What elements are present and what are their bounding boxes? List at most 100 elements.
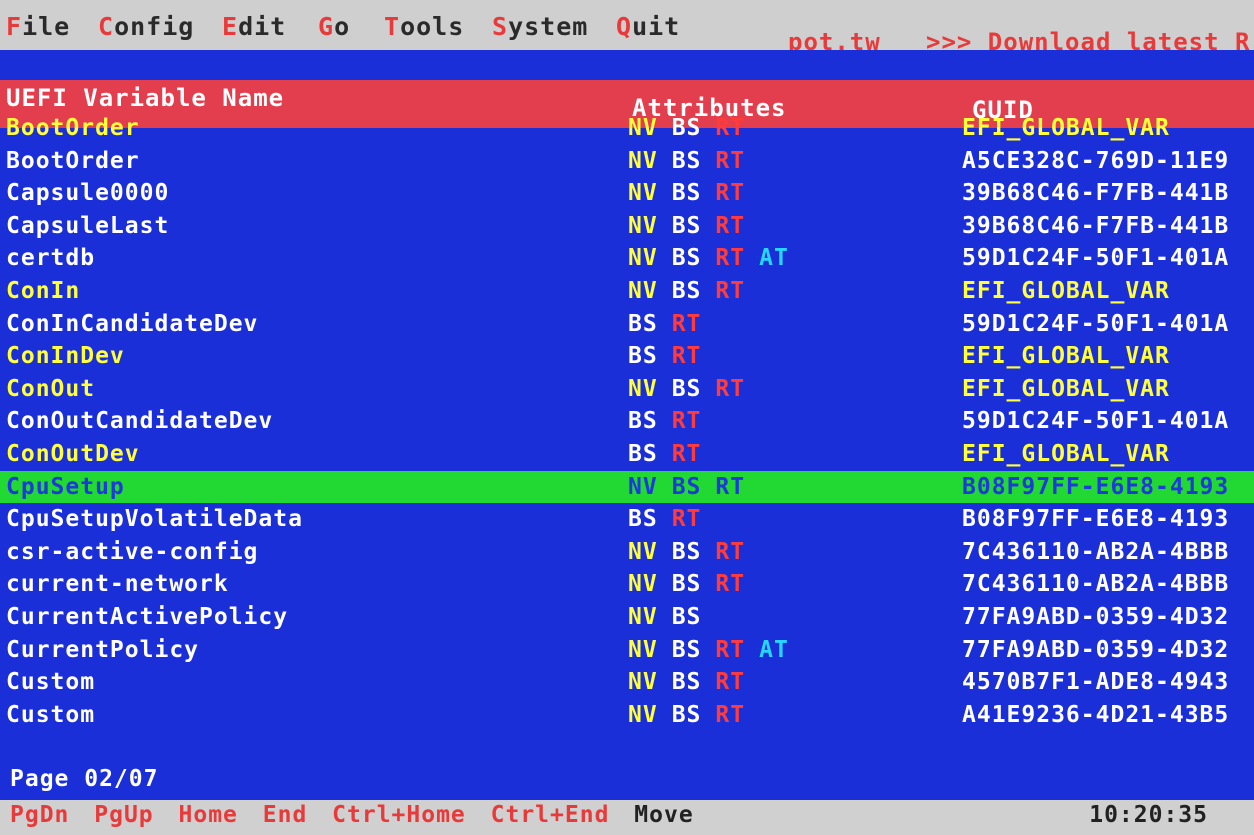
menu-hotkey: C [98,12,115,41]
menu-hotkey: Q [616,12,633,41]
attribute-nv: NV [628,669,658,695]
attributes-cell: NV BS RT AT [628,634,803,666]
attributes-cell: NV BS RT [628,699,759,731]
attribute-nv: NV [628,571,658,597]
attributes-cell: NV BS RT [628,536,759,568]
attributes-cell: NV BS RT [628,373,759,405]
attribute-rt: RT [715,702,746,728]
attribute-rt: RT [715,539,746,565]
menu-file[interactable]: File [6,12,70,41]
attributes-cell: NV BS RT [628,471,759,503]
attribute-bs: BS [628,408,658,434]
table-row[interactable]: ConInDev BS RT EFI_GLOBAL_VAR [0,340,1254,372]
key-hints: PgDn PgUp Home End Ctrl+Home Ctrl+End Mo… [10,802,694,828]
table-row[interactable]: BootOrder NV BS RT EFI_GLOBAL_VAR [0,112,1254,144]
attribute-rt: RT [671,506,702,532]
key-home[interactable]: Home [179,802,238,828]
attribute-bs: BS [671,604,702,630]
attribute-nv: NV [628,702,658,728]
attribute-bs: BS [671,669,702,695]
key-pgdn[interactable]: PgDn [10,802,69,828]
table-row[interactable]: ConInCandidateDev BS RT 59D1C24F-50F1-401A [0,308,1254,340]
variable-name: Custom [6,669,96,695]
guid-cell: 59D1C24F-50F1-401A [962,408,1230,434]
menu-label: dit [238,12,287,41]
clock: 10:20:35 [1089,802,1208,828]
key-end[interactable]: End [263,802,308,828]
variable-name: ConOutCandidateDev [6,408,274,434]
table-row[interactable]: CpuSetup NV BS RT B08F97FF-E6E8-4193 [0,471,1254,503]
menu-label: o [334,12,351,41]
guid-cell: 77FA9ABD-0359-4D32 [962,637,1230,663]
attribute-at: AT [759,637,789,663]
attributes-cell: BS RT [628,340,715,372]
attribute-bs: BS [628,343,658,369]
attributes-cell: NV BS RT [628,177,759,209]
menu-hotkey: G [318,12,335,41]
attribute-bs: BS [671,278,702,304]
attribute-nv: NV [628,637,658,663]
table-row[interactable]: BootOrder NV BS RT A5CE328C-769D-11E9 [0,145,1254,177]
menu-go[interactable]: Go [318,12,350,41]
table-row[interactable]: ConIn NV BS RT EFI_GLOBAL_VAR [0,275,1254,307]
download-link[interactable]: >>> Download latest R [926,28,1250,50]
table-row[interactable]: ConOutCandidateDev BS RT 59D1C24F-50F1-401A [0,405,1254,437]
attribute-rt: RT [671,311,702,337]
attributes-cell: BS RT [628,405,715,437]
attribute-rt: RT [715,376,746,402]
table-row[interactable]: Custom NV BS RT A41E9236-4D21-43B5 [0,699,1254,731]
attribute-rt: RT [715,245,746,271]
menu-label: uit [632,12,681,41]
attribute-bs: BS [671,539,702,565]
menu-hotkey: F [6,12,23,41]
table-row[interactable]: CurrentPolicy NV BS RT AT 77FA9ABD-0359-4D32 [0,634,1254,666]
attributes-cell: NV BS RT [628,112,759,144]
guid-cell: 39B68C46-F7FB-441B [962,213,1230,239]
attribute-rt: RT [715,148,746,174]
attribute-bs: BS [671,245,702,271]
table-row[interactable]: csr-active-config NV BS RT 7C436110-AB2A-4BB… [0,536,1254,568]
attribute-nv: NV [628,213,658,239]
variable-name: CapsuleLast [6,213,170,239]
variable-name: ConIn [6,278,81,304]
table-row[interactable]: CapsuleLast NV BS RT 39B68C46-F7FB-441B [0,210,1254,242]
attribute-bs: BS [671,376,702,402]
table-row[interactable]: ConOutDev BS RT EFI_GLOBAL_VAR [0,438,1254,470]
menu-edit[interactable]: Edit [222,12,286,41]
menu-quit[interactable]: Quit [616,12,680,41]
attribute-rt: RT [671,408,702,434]
key-pgup[interactable]: PgUp [94,802,153,828]
menu-bar: File Config Edit Go Tools System Quit po… [0,0,1254,50]
attribute-nv: NV [628,604,658,630]
menu-system[interactable]: System [492,12,588,41]
table-row[interactable]: current-network NV BS RT 7C436110-AB2A-4BBB [0,568,1254,600]
variable-name: ConOutDev [6,441,140,467]
guid-cell: EFI_GLOBAL_VAR [962,441,1170,467]
attributes-cell: NV BS RT AT [628,242,803,274]
menu-config[interactable]: Config [98,12,194,41]
attribute-rt: RT [715,213,746,239]
attribute-bs: BS [671,115,702,141]
guid-cell: EFI_GLOBAL_VAR [962,278,1170,304]
table-row[interactable]: CurrentActivePolicy NV BS 77FA9ABD-0359-4D3… [0,601,1254,633]
table-row[interactable]: certdb NV BS RT AT 59D1C24F-50F1-401A [0,242,1254,274]
key-ctrl-end[interactable]: Ctrl+End [491,802,610,828]
variable-name: Capsule0000 [6,180,170,206]
table-row[interactable]: CpuSetupVolatileData BS RT B08F97FF-E6E8-41… [0,503,1254,535]
menu-label: ile [22,12,71,41]
site-link[interactable]: pot.tw [788,28,881,50]
attribute-rt: RT [715,637,746,663]
variable-name: BootOrder [6,148,140,174]
attribute-bs: BS [671,213,702,239]
page-indicator: Page 02/07 [10,766,159,792]
menu-hotkey: S [492,12,509,41]
table-row[interactable]: Capsule0000 NV BS RT 39B68C46-F7FB-441B [0,177,1254,209]
attribute-bs: BS [671,702,702,728]
attribute-nv: NV [628,539,658,565]
table-row[interactable]: ConOut NV BS RT EFI_GLOBAL_VAR [0,373,1254,405]
attributes-cell: NV BS RT [628,275,759,307]
menu-tools[interactable]: Tools [384,12,464,41]
key-ctrl-home[interactable]: Ctrl+Home [332,802,466,828]
table-row[interactable]: Custom NV BS RT 4570B7F1-ADE8-4943 [0,666,1254,698]
attribute-rt: RT [715,571,746,597]
